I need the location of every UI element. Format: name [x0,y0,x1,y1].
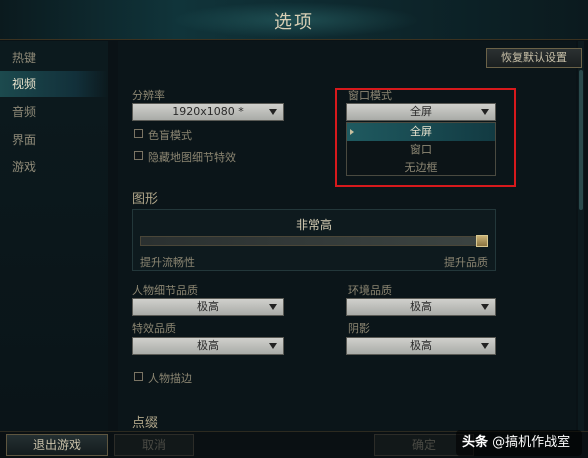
highlight-annotation [335,88,516,187]
environment-quality-select[interactable]: 极高 [346,298,496,316]
colorblind-checkbox[interactable] [134,129,143,138]
shadows-label: 阴影 [348,322,370,335]
hide-map-detail-label: 隐藏地图细节特效 [148,151,236,164]
character-quality-value: 极高 [197,300,219,313]
slider-left-label: 提升流畅性 [140,256,195,269]
cancel-button[interactable]: 取消 [114,434,194,456]
sidebar-item-hotkeys[interactable]: 热键 [0,45,108,71]
character-quality-select[interactable]: 极高 [132,298,284,316]
slider-right-label: 提升品质 [444,256,488,269]
character-quality-label: 人物细节品质 [132,284,198,297]
character-outline-label: 人物描边 [148,372,192,385]
scrollbar-thumb[interactable] [579,70,583,210]
effects-quality-label: 特效品质 [132,322,176,335]
graphics-section-title: 图形 [132,192,159,207]
chevron-down-icon [269,109,277,115]
chevron-down-icon [269,304,277,310]
effects-quality-value: 极高 [197,339,219,352]
sidebar-item-game[interactable]: 游戏 [0,154,108,180]
effects-quality-select[interactable]: 极高 [132,337,284,355]
watermark-handle: @搞机作战室 [492,435,571,450]
graphics-quality-slider[interactable] [140,236,488,246]
shadows-select[interactable]: 极高 [346,337,496,355]
graphics-preset-value: 非常高 [295,218,332,232]
window-title: 选项 [274,12,314,33]
shadows-value: 极高 [410,339,432,352]
colorblind-label: 色盲模式 [148,129,192,142]
resolution-value: 1920x1080 * [172,105,244,118]
resolution-select[interactable]: 1920x1080 * [132,103,284,121]
watermark: 头条 @搞机作战室 [456,430,582,456]
sidebar-item-interface[interactable]: 界面 [0,127,108,153]
slider-handle[interactable] [476,235,488,247]
reset-defaults-button[interactable]: 恢复默认设置 [486,48,582,68]
title-bar: 选项 [0,0,588,40]
slider-fill [141,237,487,245]
hide-map-detail-checkbox[interactable] [134,151,143,160]
environment-quality-value: 极高 [410,300,432,313]
chevron-down-icon [481,304,489,310]
sidebar-item-video[interactable]: 视频 [0,71,108,97]
environment-quality-label: 环境品质 [348,284,392,297]
sidebar: 热键 视频 音频 界面 游戏 [0,41,108,431]
sidebar-item-audio[interactable]: 音频 [0,99,108,125]
chevron-down-icon [269,343,277,349]
exit-game-button[interactable]: 退出游戏 [6,434,108,456]
character-outline-checkbox[interactable] [134,372,143,381]
chevron-down-icon [481,343,489,349]
watermark-brand: 头条 [462,435,489,450]
resolution-label: 分辨率 [132,89,165,102]
next-section-title: 点缀 [132,416,159,431]
